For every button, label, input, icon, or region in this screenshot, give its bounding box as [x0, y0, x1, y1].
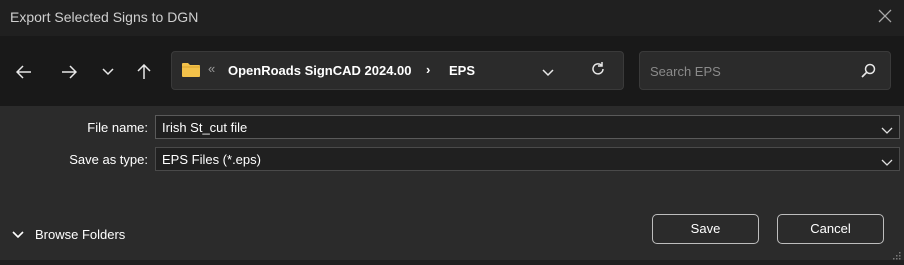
- breadcrumb-separator-icon[interactable]: ›: [426, 62, 430, 77]
- file-name-value[interactable]: Irish St_cut file: [162, 120, 247, 135]
- forward-arrow-icon[interactable]: [57, 60, 81, 84]
- browse-folders-toggle[interactable]: Browse Folders: [12, 225, 125, 243]
- window-title: Export Selected Signs to DGN: [10, 9, 199, 25]
- file-name-field[interactable]: Irish St_cut file: [155, 115, 900, 139]
- chevron-down-icon[interactable]: [881, 122, 893, 134]
- close-icon[interactable]: [876, 8, 894, 26]
- cancel-button[interactable]: Cancel: [777, 214, 884, 244]
- search-box[interactable]: [639, 51, 891, 91]
- address-dropdown-chevron-icon[interactable]: [542, 64, 556, 78]
- save-panel: File name: Irish St_cut file Save as typ…: [0, 106, 904, 260]
- folder-icon: [182, 62, 200, 77]
- save-as-type-select[interactable]: EPS Files (*.eps): [155, 147, 900, 171]
- breadcrumb-item[interactable]: EPS: [449, 63, 475, 78]
- navigation-bar: « OpenRoads SignCAD 2024.00 › EPS: [0, 36, 904, 106]
- back-arrow-icon[interactable]: [12, 60, 36, 84]
- recent-locations-chevron-down-icon[interactable]: [96, 60, 120, 84]
- title-bar: Export Selected Signs to DGN: [0, 0, 904, 36]
- refresh-icon[interactable]: [590, 61, 608, 79]
- save-as-type-label: Save as type:: [69, 152, 148, 167]
- search-input[interactable]: [640, 52, 852, 91]
- file-name-label: File name:: [87, 120, 148, 135]
- save-button[interactable]: Save: [652, 214, 759, 244]
- grip-icon[interactable]: [891, 247, 901, 260]
- browse-folders-label: Browse Folders: [35, 226, 126, 242]
- chevron-down-icon[interactable]: [881, 154, 893, 166]
- search-icon[interactable]: [861, 63, 876, 78]
- overflow-chevron-icon[interactable]: «: [208, 61, 215, 76]
- save-as-type-value[interactable]: EPS Files (*.eps): [162, 152, 261, 167]
- address-bar[interactable]: « OpenRoads SignCAD 2024.00 › EPS: [171, 51, 624, 90]
- breadcrumb-item[interactable]: OpenRoads SignCAD 2024.00: [228, 63, 412, 78]
- chevron-down-icon: [12, 227, 26, 241]
- up-arrow-icon[interactable]: [132, 60, 156, 84]
